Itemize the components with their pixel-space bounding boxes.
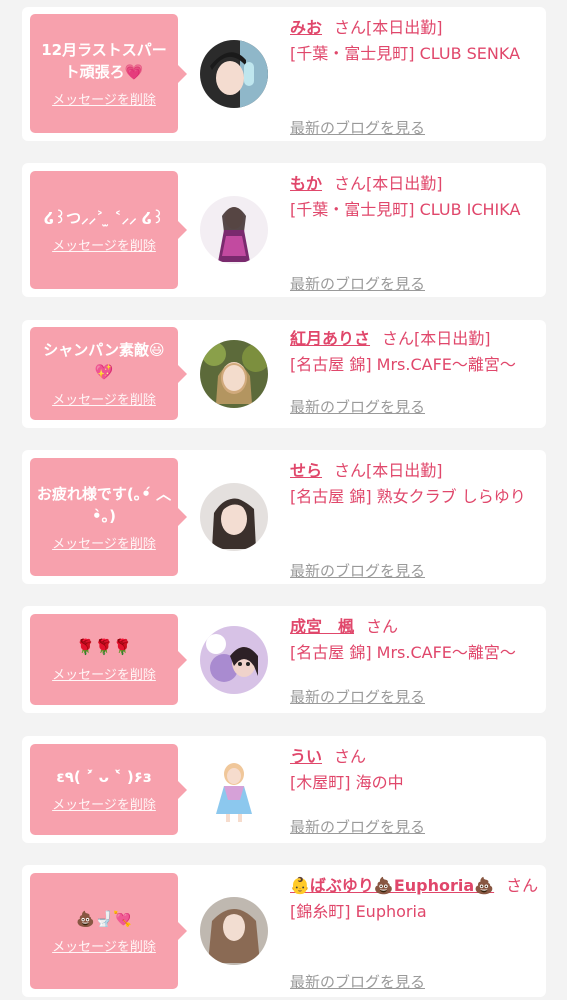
message-text: ໒꒱つ⸝⸝˃ ̫ ˂⸝⸝ ໒꒱ (44, 208, 164, 227)
cast-name-link[interactable]: みお (290, 18, 322, 37)
cast-name-link[interactable]: もか (290, 174, 322, 193)
message-bubble: 12月ラストスパート頑張ろ💗 メッセージを削除 (30, 14, 187, 133)
attendance-tag: [本日出勤] (366, 461, 443, 480)
message-card: 12月ラストスパート頑張ろ💗 メッセージを削除 みお さん[本日出勤] [千葉・富… (22, 7, 546, 141)
san-label: さん (334, 461, 367, 480)
latest-blog-link[interactable]: 最新のブログを見る (290, 558, 425, 584)
avatar[interactable] (200, 340, 268, 408)
latest-blog-link[interactable]: 最新のブログを見る (290, 969, 425, 995)
latest-blog-link[interactable]: 最新のブログを見る (290, 115, 425, 141)
avatar[interactable] (200, 196, 268, 264)
san-label: さん (366, 617, 399, 636)
cast-info: 👶ばぶゆり💩Euphoria💩 さん [錦糸町] Euphoria 最新のブログを… (290, 873, 542, 991)
message-bubble: お疲れ様です(｡•́ ︿ •̀｡) メッセージを削除 (30, 458, 187, 576)
shop-location: [千葉・富士見町] CLUB ICHIKA (290, 200, 521, 219)
san-label: さん (334, 747, 367, 766)
delete-message-link[interactable]: メッセージを削除 (52, 89, 156, 108)
attendance-tag: [本日出勤] (414, 329, 491, 348)
latest-blog-link[interactable]: 最新のブログを見る (290, 684, 425, 710)
latest-blog-link[interactable]: 最新のブログを見る (290, 271, 425, 297)
message-bubble: 🌹🌹🌹 メッセージを削除 (30, 614, 187, 705)
avatar[interactable] (200, 483, 268, 551)
message-text: 💩🚽💘 (75, 909, 133, 928)
latest-blog-link[interactable]: 最新のブログを見る (290, 394, 425, 420)
san-label: さん (334, 174, 367, 193)
avatar[interactable] (200, 756, 268, 824)
shop-location: [錦糸町] Euphoria (290, 902, 427, 921)
message-text: ε٩( ˃́ ᴗ ˂̀ )۶з (56, 768, 152, 786)
cast-info: もか さん[本日出勤] [千葉・富士見町] CLUB ICHIKA 最新のブログを… (290, 171, 542, 293)
message-card: ε٩( ˃́ ᴗ ˂̀ )۶з メッセージを削除 うい さん [木屋町] 海の中 … (22, 736, 546, 843)
san-label: さん (382, 329, 415, 348)
san-label: さん (506, 876, 539, 895)
message-bubble: 💩🚽💘 メッセージを削除 (30, 873, 187, 989)
shop-location: [名古屋 錦] 熟女クラブ しらゆり (290, 487, 526, 506)
message-text: 12月ラストスパート頑張ろ💗 (41, 41, 167, 81)
message-bubble: ໒꒱つ⸝⸝˃ ̫ ˂⸝⸝ ໒꒱ メッセージを削除 (30, 171, 187, 289)
cast-info: 成宮 楓さん [名古屋 錦] Mrs.CAFE〜離宮〜 最新のブログを見る (290, 614, 542, 708)
shop-location: [名古屋 錦] Mrs.CAFE〜離宮〜 (290, 643, 516, 662)
attendance-tag: [本日出勤] (366, 18, 443, 37)
message-text: 🌹🌹🌹 (75, 638, 133, 656)
cast-info: せら さん[本日出勤] [名古屋 錦] 熟女クラブ しらゆり 最新のブログを見る (290, 458, 542, 580)
cast-name-link[interactable]: せら (290, 461, 322, 480)
shop-location: [千葉・富士見町] CLUB SENKA (290, 44, 521, 63)
delete-message-link[interactable]: メッセージを削除 (52, 794, 156, 813)
message-list: 12月ラストスパート頑張ろ💗 メッセージを削除 みお さん[本日出勤] [千葉・富… (0, 0, 567, 1000)
avatar[interactable] (200, 40, 268, 108)
latest-blog-link[interactable]: 最新のブログを見る (290, 814, 425, 840)
delete-message-link[interactable]: メッセージを削除 (52, 235, 156, 254)
delete-message-link[interactable]: メッセージを削除 (52, 664, 156, 683)
message-card: シャンパン素敵😃💖 メッセージを削除 紅月ありさ さん[本日出勤] [名古屋 錦]… (22, 320, 546, 428)
cast-name-link[interactable]: うい (290, 747, 322, 766)
avatar[interactable] (200, 897, 268, 965)
message-card: お疲れ様です(｡•́ ︿ •̀｡) メッセージを削除 せら さん[本日出勤] [名… (22, 450, 546, 584)
cast-info: 紅月ありさ さん[本日出勤] [名古屋 錦] Mrs.CAFE〜離宮〜 最新のブロ… (290, 326, 542, 422)
message-card: ໒꒱つ⸝⸝˃ ̫ ˂⸝⸝ ໒꒱ メッセージを削除 もか さん[本日出勤] [千葉・… (22, 163, 546, 297)
message-text: お疲れ様です(｡•́ ︿ •̀｡) (36, 484, 172, 525)
cast-name-link[interactable]: 成宮 楓 (290, 617, 354, 636)
cast-name-link[interactable]: 👶ばぶゆり💩Euphoria💩 (290, 876, 494, 895)
message-card: 🌹🌹🌹 メッセージを削除 成宮 楓さん [名古屋 錦] Mrs.CAFE〜離宮〜… (22, 606, 546, 713)
shop-location: [木屋町] 海の中 (290, 773, 404, 792)
san-label: さん (334, 18, 367, 37)
message-text: シャンパン素敵😃💖 (43, 341, 165, 381)
cast-name-link[interactable]: 紅月ありさ (290, 329, 370, 348)
delete-message-link[interactable]: メッセージを削除 (52, 936, 156, 955)
shop-location: [名古屋 錦] Mrs.CAFE〜離宮〜 (290, 355, 516, 374)
avatar[interactable] (200, 626, 268, 694)
cast-info: うい さん [木屋町] 海の中 最新のブログを見る (290, 744, 542, 838)
delete-message-link[interactable]: メッセージを削除 (52, 389, 156, 408)
message-bubble: シャンパン素敵😃💖 メッセージを削除 (30, 327, 187, 420)
cast-info: みお さん[本日出勤] [千葉・富士見町] CLUB SENKA 最新のブログを見… (290, 15, 542, 137)
delete-message-link[interactable]: メッセージを削除 (52, 533, 156, 552)
message-card: 💩🚽💘 メッセージを削除 👶ばぶゆり💩Euphoria💩 さん [錦糸町] Eup… (22, 865, 546, 997)
message-bubble: ε٩( ˃́ ᴗ ˂̀ )۶з メッセージを削除 (30, 744, 187, 835)
attendance-tag: [本日出勤] (366, 174, 443, 193)
